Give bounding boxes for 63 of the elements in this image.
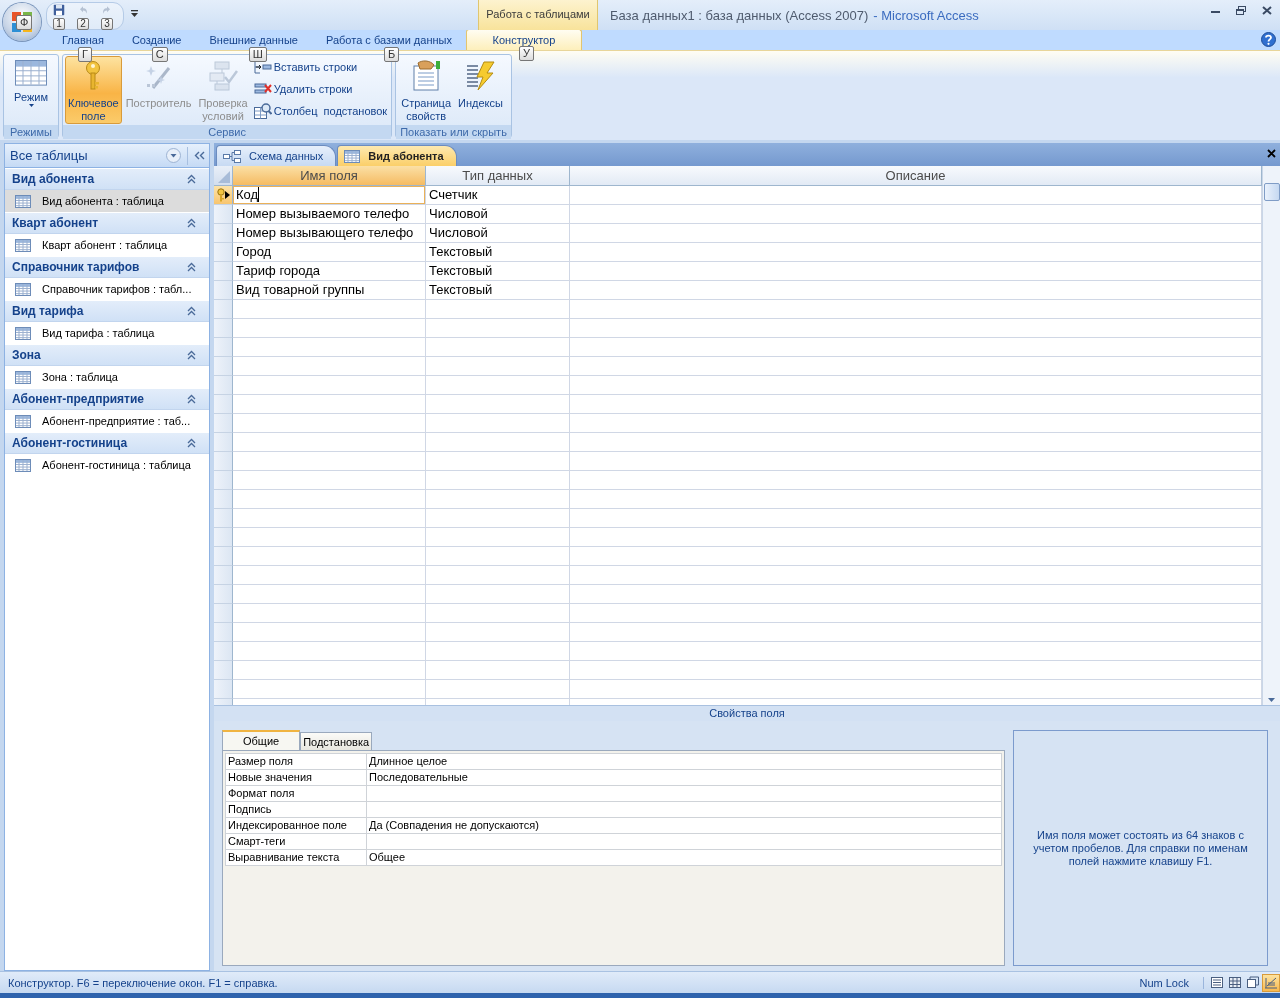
group-header[interactable]: Справочник тарифов — [5, 256, 209, 278]
window-title: База данных1 : база данных (Access 2007) — [610, 7, 869, 23]
table-cell[interactable]: Текстовый — [426, 262, 570, 281]
status-text: Конструктор. F6 = переключение окон. F1 = справка. — [8, 976, 279, 989]
table-cell[interactable]: Тариф города — [233, 262, 426, 281]
help-text: Имя поля может состоять из 64 знаков с учетом пробелов. Для справки по именам полей нажмите клавишу F1. — [1013, 730, 1268, 966]
navigation-item[interactable]: Вид абонента : таблица — [5, 190, 209, 212]
property-value[interactable]: Длинное целое — [367, 753, 1002, 770]
keytip: Ш — [248, 47, 267, 62]
ribbon-tab[interactable]: Создание — [117, 30, 196, 50]
table-cell[interactable]: Город — [233, 243, 426, 262]
group-title: Вид абонента — [12, 172, 95, 186]
table-cell[interactable]: Числовой — [426, 224, 570, 243]
group-header[interactable]: Зона — [5, 344, 209, 366]
keytip: С — [151, 47, 168, 62]
group-title: Вид тарифа — [12, 304, 84, 318]
document-tab[interactable]: Вид абонента — [337, 145, 457, 166]
ribbon-button[interactable]: Удалить строки — [251, 78, 390, 100]
group-title: Абонент-гостиница — [12, 436, 128, 450]
group-title: Показать или скрыть — [396, 125, 511, 139]
property-label: Размер поля — [225, 753, 367, 770]
ribbon-button[interactable]: Индексы — [455, 56, 506, 124]
group-header[interactable]: Абонент-гостиница — [5, 432, 209, 454]
group-title: Абонент-предприятие — [12, 392, 145, 406]
group-title: Режимы — [4, 125, 58, 139]
app-name: - Microsoft Access — [873, 7, 979, 23]
ribbon-button[interactable]: Ключевое поле — [65, 56, 122, 124]
group-title: Справочник тарифов — [12, 260, 140, 274]
ribbon-button[interactable]: Страница свойств — [398, 56, 455, 124]
document-tab[interactable]: Схема данных — [216, 145, 337, 166]
ribbon-tab[interactable]: Внешние данные — [195, 30, 312, 50]
group-header[interactable]: Абонент-предприятие — [5, 388, 209, 410]
office-button[interactable]: Ф — [3, 3, 41, 41]
group-title: Кварт абонент — [12, 216, 99, 230]
keytip: Ф — [16, 15, 33, 30]
group-header[interactable]: Вид абонента — [5, 168, 209, 190]
group-title: Сервис — [63, 125, 392, 139]
column-header: Имя поля — [233, 166, 426, 186]
group-header[interactable]: Вид тарифа — [5, 300, 209, 322]
status-indicator: Num Lock — [1139, 976, 1204, 989]
property-tab[interactable]: Подстановка — [300, 732, 373, 750]
group-header[interactable]: Кварт абонент — [5, 212, 209, 234]
group-title: Зона — [12, 348, 41, 362]
column-header: Тип данных — [426, 166, 570, 186]
property-tab[interactable]: Общие — [222, 730, 301, 750]
column-header: Описание — [570, 166, 1262, 186]
ribbon-tab[interactable]: Работа с базами данных — [311, 30, 466, 50]
table-cell[interactable]: Номер вызывающего телефо — [233, 224, 426, 243]
table-cell[interactable]: Текстовый — [426, 281, 570, 300]
ribbon-button[interactable]: Столбец подстановок — [251, 100, 390, 122]
table-cell[interactable]: Текстовый — [426, 243, 570, 262]
property-value[interactable]: Общее — [367, 850, 1002, 866]
table-cell[interactable]: Счетчик — [426, 186, 570, 205]
contextual-tab-label: Работа с таблицами — [478, 0, 598, 30]
table-cell[interactable]: Номер вызываемого телефо — [233, 205, 426, 224]
navigation-title: Все таблицы — [10, 148, 89, 163]
section-title: Свойства поля — [214, 705, 1280, 721]
table-cell[interactable]: Код — [233, 186, 426, 205]
ribbon-tab[interactable]: Главная — [48, 30, 118, 50]
table-cell[interactable]: Вид товарной группы — [233, 281, 426, 300]
property-label: Выравнивание текста — [225, 850, 367, 866]
ribbon-button[interactable]: Режим — [6, 56, 56, 124]
table-cell[interactable]: Числовой — [426, 205, 570, 224]
